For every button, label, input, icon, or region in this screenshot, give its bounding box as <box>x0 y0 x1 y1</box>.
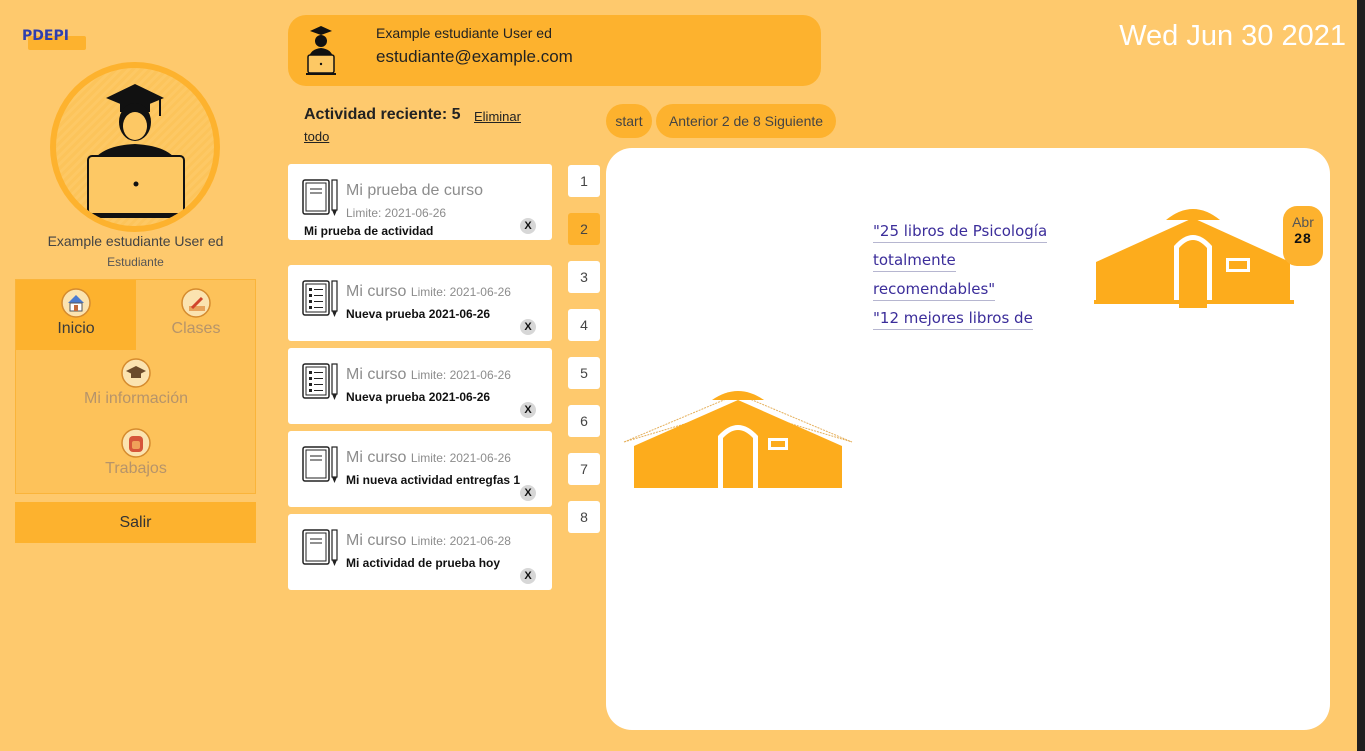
nav-info-label: Mi información <box>83 390 189 407</box>
logo-text: PDEPI <box>22 28 69 44</box>
card-title: Mi curso Limite: 2021-06-26 <box>346 283 511 300</box>
card-subtitle: Mi prueba de actividad <box>304 224 434 238</box>
card-title: Mi prueba de curso <box>346 182 483 199</box>
header-user-email: estudiante@example.com <box>376 47 573 66</box>
card-title: Mi curso Limite: 2021-06-26 <box>346 366 511 383</box>
nav-trabajos[interactable]: Trabajos <box>16 428 256 488</box>
page-number-button[interactable]: 3 <box>568 261 600 293</box>
checklist-icon <box>302 280 338 317</box>
page-number-button[interactable]: 8 <box>568 501 600 533</box>
nav-inicio-label: Inicio <box>57 320 95 337</box>
nav-trabajos-label: Trabajos <box>105 460 167 477</box>
close-icon[interactable]: X <box>520 218 536 234</box>
notebook-icon <box>302 529 338 566</box>
page-number-button[interactable]: 1 <box>568 165 600 197</box>
page-number-button-active[interactable]: 2 <box>568 213 600 245</box>
nav-inicio[interactable]: Inicio <box>16 280 136 350</box>
activity-card[interactable]: Mi curso Limite: 2021-06-28 Mi actividad… <box>288 514 552 590</box>
close-icon[interactable]: X <box>520 485 536 501</box>
page-number-button[interactable]: 7 <box>568 453 600 485</box>
sidebar-nav: Inicio Clases Mi información Trabajos <box>15 279 256 494</box>
card-date: Limite: 2021-06-26 <box>410 368 511 382</box>
clear-all-link-wrap[interactable]: todo <box>304 129 329 144</box>
notebook-icon <box>302 446 338 483</box>
user-name: Example estudiante User ed <box>47 233 224 249</box>
page-number-button[interactable]: 6 <box>568 405 600 437</box>
building-icon <box>623 391 853 488</box>
user-header-card: Example estudiante User ed estudiante@ex… <box>288 15 821 86</box>
backpack-icon <box>121 428 151 458</box>
graduation-cap-icon <box>121 358 151 388</box>
nav-mi-informacion[interactable]: Mi información <box>16 358 256 418</box>
student-icon <box>306 26 336 75</box>
nav-clases-label: Clases <box>171 320 221 337</box>
card-date: Limite: 2021-06-28 <box>410 534 511 548</box>
app-logo[interactable]: PDEPI <box>22 24 88 52</box>
activity-card[interactable]: Mi curso Limite: 2021-06-26 Nueva prueba… <box>288 348 552 424</box>
user-role: Estudiante <box>107 255 164 269</box>
article-links: "25 libros de Psicología totalmente reco… <box>873 220 1063 346</box>
avatar <box>50 62 220 232</box>
home-icon <box>61 288 91 318</box>
pencil-icon <box>181 288 211 318</box>
activity-card[interactable]: Mi prueba de curso Limite: 2021-06-26 Mi… <box>288 164 552 240</box>
pagination-nav-button[interactable]: Anterior 2 de 8 Siguiente <box>656 104 836 138</box>
activity-card[interactable]: Mi curso Limite: 2021-06-26 Mi nueva act… <box>288 431 552 507</box>
card-date: Limite: 2021-06-26 <box>410 451 511 465</box>
card-subtitle: Mi actividad de prueba hoy <box>346 556 501 570</box>
student-avatar-icon <box>56 68 214 226</box>
notebook-icon <box>302 179 338 216</box>
close-icon[interactable]: X <box>520 402 536 418</box>
recent-activity-title: Actividad reciente: 5 <box>304 106 461 123</box>
card-title: Mi curso Limite: 2021-06-26 <box>346 449 511 466</box>
badge-day: 28 <box>1294 230 1312 246</box>
current-date: Wed Jun 30 2021 <box>1119 20 1346 52</box>
page-number-button[interactable]: 5 <box>568 357 600 389</box>
article-link[interactable]: totalmente <box>873 249 956 272</box>
date-badge: Abr 28 <box>1283 206 1323 266</box>
card-date: Limite: 2021-06-26 <box>346 206 447 220</box>
activity-card[interactable]: Mi curso Limite: 2021-06-26 Nueva prueba… <box>288 265 552 341</box>
logout-button[interactable]: Salir <box>15 502 256 543</box>
page-number-button[interactable]: 4 <box>568 309 600 341</box>
checklist-icon <box>302 363 338 400</box>
badge-month: Abr <box>1292 214 1314 230</box>
close-icon[interactable]: X <box>520 319 536 335</box>
header-user-name: Example estudiante User ed <box>376 25 552 41</box>
card-subtitle: Nueva prueba 2021-06-26 <box>346 307 491 321</box>
clear-all-link[interactable]: Eliminar <box>474 109 521 124</box>
start-button[interactable]: start <box>606 104 652 138</box>
building-icon-small <box>1094 209 1294 308</box>
article-link[interactable]: "25 libros de Psicología <box>873 220 1048 243</box>
article-link[interactable]: "12 mejores libros de <box>873 307 1033 330</box>
close-icon[interactable]: X <box>520 568 536 584</box>
card-subtitle: Nueva prueba 2021-06-26 <box>346 390 491 404</box>
card-date: Limite: 2021-06-26 <box>410 285 511 299</box>
window-edge <box>1357 0 1365 751</box>
card-title: Mi curso Limite: 2021-06-28 <box>346 532 511 549</box>
card-subtitle: Mi nueva actividad entregfas 1 <box>346 473 521 487</box>
nav-clases[interactable]: Clases <box>136 280 256 350</box>
article-link[interactable]: recomendables" <box>873 278 996 301</box>
